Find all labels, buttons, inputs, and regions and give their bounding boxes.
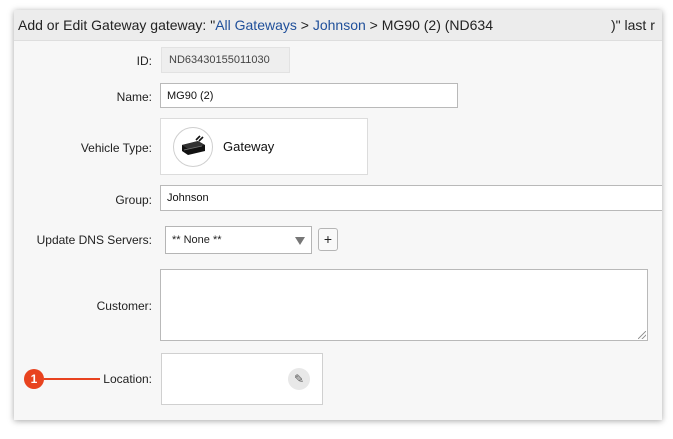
id-value: ND63430155011030 <box>161 47 290 73</box>
customer-textarea[interactable] <box>160 269 648 341</box>
location-box[interactable]: ✎ <box>161 353 323 405</box>
pencil-icon[interactable]: ✎ <box>288 368 310 390</box>
vehicle-type-label: Vehicle Type: <box>80 141 152 155</box>
group-label: Group: <box>115 193 152 207</box>
breadcrumb-all-gateways[interactable]: All Gateways <box>215 17 297 33</box>
title-device: > MG90 (2) (ND634 <box>365 17 494 33</box>
gateway-device-icon <box>182 135 205 155</box>
id-label: ID: <box>136 54 152 68</box>
title-tail: )" last r <box>611 17 655 33</box>
chevron-down-icon <box>295 237 305 245</box>
name-label: Name: <box>116 90 152 104</box>
vehicle-type-icon-circle <box>173 127 213 167</box>
group-input[interactable] <box>160 185 662 211</box>
dns-label: Update DNS Servers: <box>36 233 152 247</box>
callout-badge: 1 <box>24 369 44 389</box>
dialog-title: Add or Edit Gateway gateway: "All Gatewa… <box>14 10 662 41</box>
resize-handle-icon[interactable] <box>638 331 646 339</box>
add-dns-button[interactable]: + <box>318 228 338 251</box>
customer-label: Customer: <box>96 299 152 313</box>
title-prefix: Add or Edit Gateway gateway: " <box>18 17 216 33</box>
dns-selected-value: ** None ** <box>172 234 222 246</box>
callout-line <box>44 378 100 380</box>
name-input[interactable] <box>160 83 458 108</box>
vehicle-type-name: Gateway <box>223 139 275 154</box>
vehicle-type-selector[interactable]: Gateway <box>160 118 368 175</box>
dns-select[interactable]: ** None ** <box>165 226 312 254</box>
gateway-edit-dialog: Add or Edit Gateway gateway: "All Gatewa… <box>14 10 662 420</box>
breadcrumb-johnson[interactable]: Johnson <box>313 17 366 33</box>
breadcrumb-separator: > <box>296 17 313 33</box>
location-label: Location: <box>103 372 152 386</box>
